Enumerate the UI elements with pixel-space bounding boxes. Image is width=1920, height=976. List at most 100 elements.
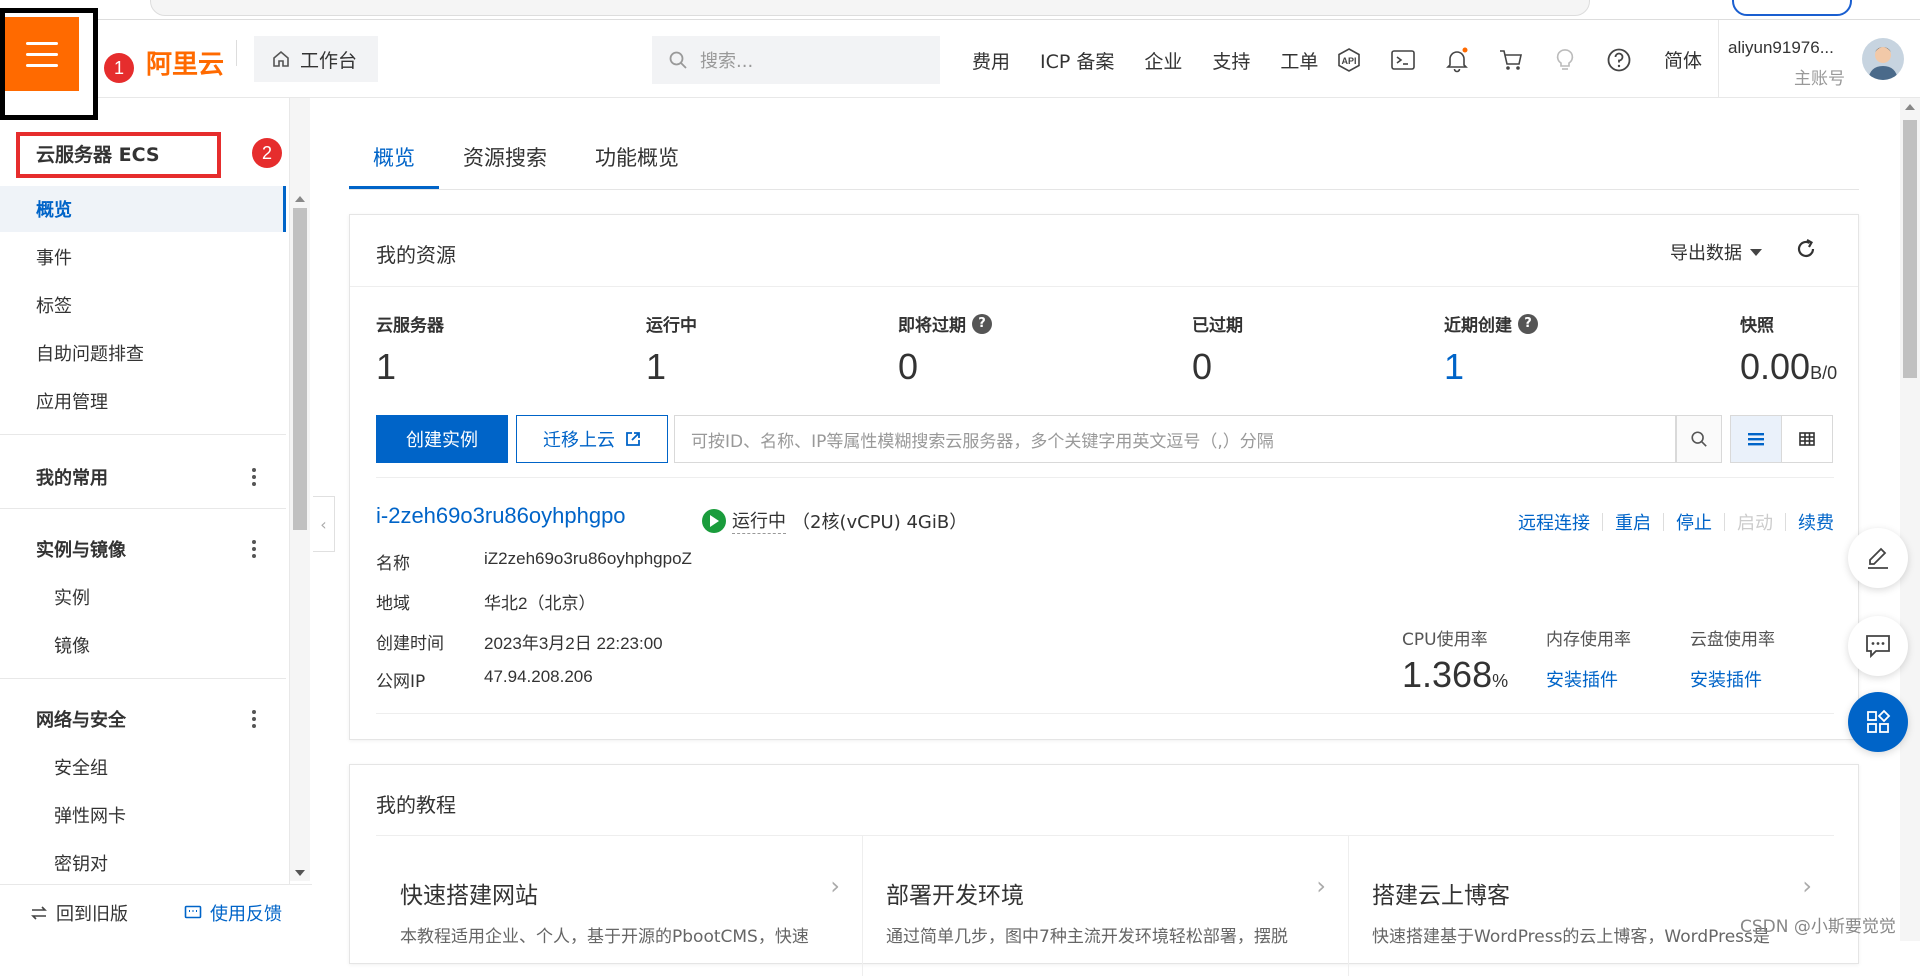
stat-value: 1 [1444, 346, 1465, 387]
help-icon[interactable]: ? [972, 313, 992, 334]
sidebar-item-overview[interactable]: 概览 [0, 186, 286, 232]
sidebar-item-key-pairs[interactable]: 密钥对 [0, 840, 286, 886]
instance-search-input[interactable]: 可按ID、名称、IP等属性模糊搜索云服务器，多个关键字用英文逗号（,）分隔 [674, 415, 1676, 463]
stat-value: 0 [898, 346, 919, 387]
instance-search-button[interactable] [1676, 415, 1722, 463]
instance-field-created: 创建时间 2023年3月2日 22:23:00 [376, 629, 663, 654]
sidebar-group-network-security[interactable]: 网络与安全 [0, 696, 286, 742]
user-name[interactable]: aliyun91976... [1728, 38, 1834, 58]
sidebar-group-favorites[interactable]: 我的常用 [0, 454, 286, 500]
sidebar-item-app-management[interactable]: 应用管理 [0, 378, 286, 424]
apps-button[interactable] [1848, 692, 1908, 752]
tab-overview[interactable]: 概览 [373, 142, 415, 172]
workbench-button[interactable]: 工作台 [254, 36, 378, 82]
tutorial-card[interactable]: 搭建云上博客 › 快速搭建基于WordPress的云上博客，WordPress是 [1348, 835, 1834, 976]
stat-value: 0 [1192, 346, 1213, 387]
field-key: 公网IP [376, 672, 426, 692]
nav-link-icp[interactable]: ICP 备案 [1040, 47, 1114, 74]
watermark-text: CSDN @小斯要觉觉 [1740, 917, 1896, 937]
stat-value: 1 [646, 346, 667, 387]
divider [376, 713, 1834, 714]
my-tutorials-card: 我的教程 快速搭建网站 › 本教程适用企业、个人，基于开源的PbootCMS，快… [349, 764, 1859, 976]
scroll-down-icon[interactable] [295, 870, 305, 876]
tutorial-card[interactable]: 快速搭建网站 › 本教程适用企业、个人，基于开源的PbootCMS，快速 [376, 835, 862, 975]
back-to-old-label: 回到旧版 [56, 904, 128, 925]
sidebar-scrollbar-thumb[interactable] [293, 208, 307, 530]
nav-link-cost[interactable]: 费用 [972, 47, 1010, 74]
restart-link[interactable]: 重启 [1615, 509, 1651, 535]
address-bar[interactable] [150, 0, 1590, 16]
stat-value-row: 0.00B/0 [1740, 346, 1837, 388]
sidebar-item-images[interactable]: 镜像 [0, 622, 286, 668]
sidebar-group-instances-images[interactable]: 实例与镜像 [0, 526, 286, 572]
menu-button[interactable] [0, 8, 98, 120]
nav-link-ticket[interactable]: 工单 [1280, 47, 1318, 74]
stat-expiring[interactable]: 即将过期? 0 [898, 311, 992, 388]
feedback-icon [184, 905, 202, 919]
help-icon[interactable] [1606, 47, 1632, 73]
stat-servers[interactable]: 云服务器 1 [376, 311, 444, 388]
feedback-link[interactable]: 使用反馈 [184, 900, 282, 926]
scroll-up-icon[interactable] [295, 196, 305, 202]
global-search-input[interactable]: 搜索... [652, 36, 940, 84]
back-to-old-version[interactable]: 回到旧版 [30, 900, 128, 926]
list-view-toggle[interactable] [1730, 415, 1782, 463]
tab-feature-overview[interactable]: 功能概览 [595, 142, 679, 172]
lightbulb-icon[interactable] [1552, 47, 1578, 73]
sidebar-scrollbar[interactable] [290, 98, 310, 881]
stat-running[interactable]: 运行中 1 [646, 311, 697, 388]
instance-id-link[interactable]: i-2zeh69o3ru86oyhphgpo [376, 503, 626, 529]
stat-recent[interactable]: 近期创建? 1 [1444, 311, 1538, 388]
tutorial-card[interactable]: 部署开发环境 › 通过简单几步，图中7种主流开发环境轻松部署，摆脱 [862, 835, 1348, 976]
chat-button[interactable] [1848, 616, 1908, 676]
top-nav-links: 费用 ICP 备案 企业 支持 工单 [972, 36, 1348, 84]
remote-connect-link[interactable]: 远程连接 [1518, 509, 1590, 535]
stat-expired[interactable]: 已过期 0 [1192, 311, 1243, 388]
sidebar-item-troubleshoot[interactable]: 自助问题排查 [0, 330, 286, 376]
create-instance-button[interactable]: 创建实例 [376, 415, 508, 463]
edit-note-button[interactable] [1848, 528, 1908, 588]
more-icon[interactable] [252, 540, 256, 558]
sidebar-item-instances[interactable]: 实例 [0, 574, 286, 620]
nav-link-enterprise[interactable]: 企业 [1144, 47, 1182, 74]
tab-resource-search[interactable]: 资源搜索 [463, 142, 547, 172]
more-icon[interactable] [252, 468, 256, 486]
chevron-right-icon: › [830, 872, 840, 900]
export-data-dropdown[interactable]: 导出数据 [1670, 239, 1762, 265]
sidebar-group-label: 实例与镜像 [36, 540, 126, 561]
sidebar-item-tags[interactable]: 标签 [0, 282, 286, 328]
install-plugin-link[interactable]: 安装插件 [1690, 666, 1775, 692]
migrate-to-cloud-button[interactable]: 迁移上云 [516, 415, 668, 463]
sidebar-title: 云服务器 ECS [16, 132, 221, 178]
disk-usage-metric: 云盘使用率 安装插件 [1690, 625, 1775, 692]
more-icon[interactable] [252, 710, 256, 728]
refresh-icon[interactable] [1794, 237, 1818, 265]
bell-icon[interactable] [1444, 47, 1470, 73]
sidebar-item-events[interactable]: 事件 [0, 234, 286, 280]
api-icon[interactable]: API [1336, 47, 1362, 73]
main-scrollbar[interactable] [1900, 98, 1920, 941]
install-plugin-link[interactable]: 安装插件 [1546, 666, 1631, 692]
main-scrollbar-thumb[interactable] [1903, 120, 1917, 378]
terminal-icon[interactable] [1390, 47, 1416, 73]
help-icon[interactable]: ? [1518, 313, 1538, 334]
scroll-up-icon[interactable] [1905, 104, 1915, 110]
stop-link[interactable]: 停止 [1676, 509, 1712, 535]
nav-link-support[interactable]: 支持 [1212, 47, 1250, 74]
cart-icon[interactable] [1498, 47, 1524, 73]
sidebar-item-security-groups[interactable]: 安全组 [0, 744, 286, 790]
avatar[interactable] [1862, 38, 1904, 80]
field-key: 名称 [376, 554, 410, 574]
language-switch[interactable]: 简体 [1664, 46, 1702, 73]
aliyun-logo[interactable] [100, 24, 142, 56]
divider [862, 836, 863, 976]
divider [376, 477, 1834, 478]
field-value: 47.94.208.206 [484, 667, 593, 686]
renew-link[interactable]: 续费 [1798, 509, 1834, 535]
browser-profile-button[interactable] [1732, 0, 1852, 16]
sidebar-item-eni[interactable]: 弹性网卡 [0, 792, 286, 838]
sidebar-collapse-button[interactable]: ‹ [313, 496, 335, 552]
sidebar-divider [0, 508, 286, 509]
grid-view-toggle[interactable] [1781, 415, 1833, 463]
stat-snapshots[interactable]: 快照 0.00B/0 [1740, 311, 1837, 388]
